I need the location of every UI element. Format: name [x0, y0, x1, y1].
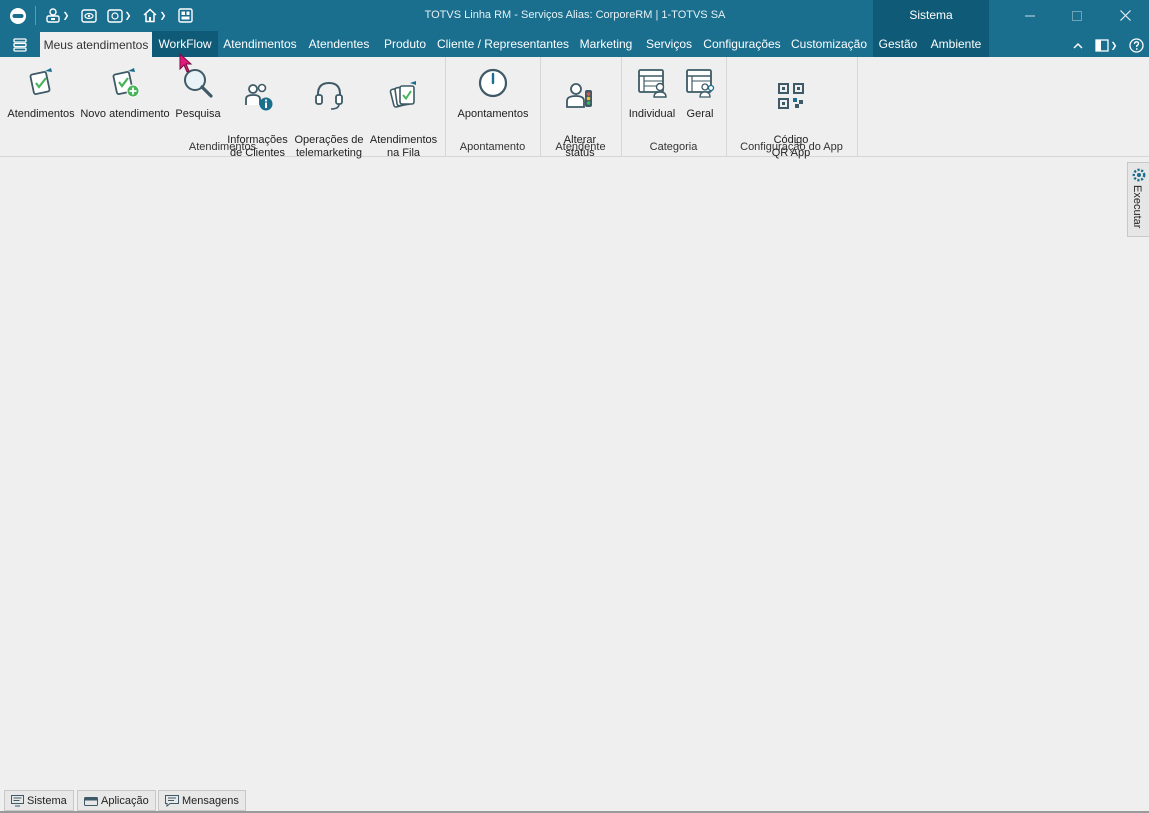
tab-gestao[interactable]: Gestão	[873, 31, 923, 57]
divider	[35, 6, 36, 25]
chevron-down-icon: ❯	[159, 11, 167, 20]
workspace-area	[0, 158, 1127, 788]
atendimentos-button[interactable]: Atendimentos	[5, 67, 77, 121]
close-button[interactable]	[1102, 0, 1148, 31]
client-info-icon	[224, 80, 291, 112]
status-aplicacao-button[interactable]: Aplicação	[77, 790, 156, 811]
group-label-apontamento: Apontamento	[459, 141, 526, 153]
headset-icon	[292, 80, 366, 112]
tab-atendentes[interactable]: Atendentes	[302, 31, 376, 57]
capture-icon[interactable]: ❯	[105, 0, 133, 31]
geral-label: Geral	[686, 108, 714, 120]
apontamentos-button[interactable]: Apontamentos	[452, 67, 534, 121]
gear-icon	[1132, 168, 1146, 182]
status-sistema-label: Sistema	[27, 794, 67, 807]
chevron-down-icon: ❯	[124, 11, 132, 20]
home-icon[interactable]: ❯	[140, 0, 168, 31]
executar-side-tab[interactable]: Executar	[1127, 162, 1149, 237]
general-category-icon	[680, 67, 720, 99]
status-aplicacao-label: Aplicação	[101, 794, 149, 807]
apontamentos-label: Apontamentos	[457, 108, 529, 120]
atendimentos-label: Atendimentos	[7, 108, 75, 120]
executar-label: Executar	[1131, 185, 1143, 229]
queue-icon	[367, 80, 440, 112]
novo-atendimento-button[interactable]: Novo atendimento	[78, 67, 172, 121]
group-separator	[857, 57, 858, 157]
collapse-ribbon-icon[interactable]	[1071, 35, 1085, 55]
status-sistema-button[interactable]: Sistema	[4, 790, 74, 811]
tab-produto[interactable]: Produto	[376, 31, 434, 57]
status-bar: Sistema Aplicação Mensagens	[0, 789, 1149, 813]
mouse-cursor-icon	[179, 53, 193, 73]
group-label-categoria: Categoria	[649, 141, 698, 153]
tab-ambiente[interactable]: Ambiente	[924, 31, 988, 57]
status-mensagens-button[interactable]: Mensagens	[158, 790, 246, 811]
context-tab-sistema[interactable]: Sistema	[873, 0, 989, 31]
totvs-logo-icon[interactable]	[6, 0, 30, 31]
individual-category-icon	[626, 67, 678, 99]
help-icon[interactable]	[1127, 35, 1145, 55]
window-title: TOTVS Linha RM - Serviços Alias: Corpore…	[424, 9, 726, 21]
chevron-down-icon: ❯	[1110, 40, 1118, 50]
application-icon	[84, 796, 98, 806]
tab-marketing[interactable]: Marketing	[572, 31, 640, 57]
qr-code-icon	[756, 80, 826, 112]
tab-configuracoes[interactable]: Configurações	[698, 31, 786, 57]
clock-icon	[452, 67, 534, 99]
minimize-button[interactable]	[1007, 0, 1053, 31]
pesquisa-label: Pesquisa	[175, 108, 221, 120]
maximize-button[interactable]	[1054, 0, 1100, 31]
eye-icon[interactable]	[79, 0, 99, 31]
layout-options-icon[interactable]: ❯	[1090, 35, 1122, 55]
layout-icon[interactable]	[175, 0, 195, 31]
user-settings-icon[interactable]: ❯	[42, 0, 72, 31]
clipboard-check-icon	[5, 67, 77, 99]
individual-label: Individual	[628, 108, 676, 120]
tab-customizacao[interactable]: Customização	[786, 31, 872, 57]
status-mensagens-label: Mensagens	[182, 794, 239, 807]
new-ticket-icon	[78, 67, 172, 99]
group-label-configuracao-app: Configuração do App	[740, 141, 843, 153]
message-icon	[165, 794, 179, 807]
title-bar: ❯ ❯ ❯ TOTVS Linha RM - Serviços Alias: C…	[0, 0, 1149, 31]
monitor-icon	[11, 794, 24, 806]
chevron-down-icon: ❯	[62, 11, 70, 20]
tab-servicos[interactable]: Serviços	[640, 31, 698, 57]
ribbon-panel: Atendimentos Novo atendimento Pesquisa I…	[0, 57, 1149, 159]
individual-button[interactable]: Individual	[626, 67, 678, 121]
group-label-atendimentos: Atendimentos	[188, 141, 257, 153]
group-label-atendente: Atendente	[555, 141, 606, 153]
geral-button[interactable]: Geral	[680, 67, 720, 121]
pesquisa-button[interactable]: Pesquisa	[173, 67, 223, 121]
tab-cliente-representantes[interactable]: Cliente / Representantes	[434, 31, 572, 57]
status-user-icon	[548, 80, 612, 112]
tab-meus-atendimentos[interactable]: Meus atendimentos	[40, 32, 152, 57]
tab-atendimentos[interactable]: Atendimentos	[218, 31, 302, 57]
menu-icon[interactable]	[8, 35, 32, 55]
novo-atendimento-label: Novo atendimento	[80, 108, 170, 120]
